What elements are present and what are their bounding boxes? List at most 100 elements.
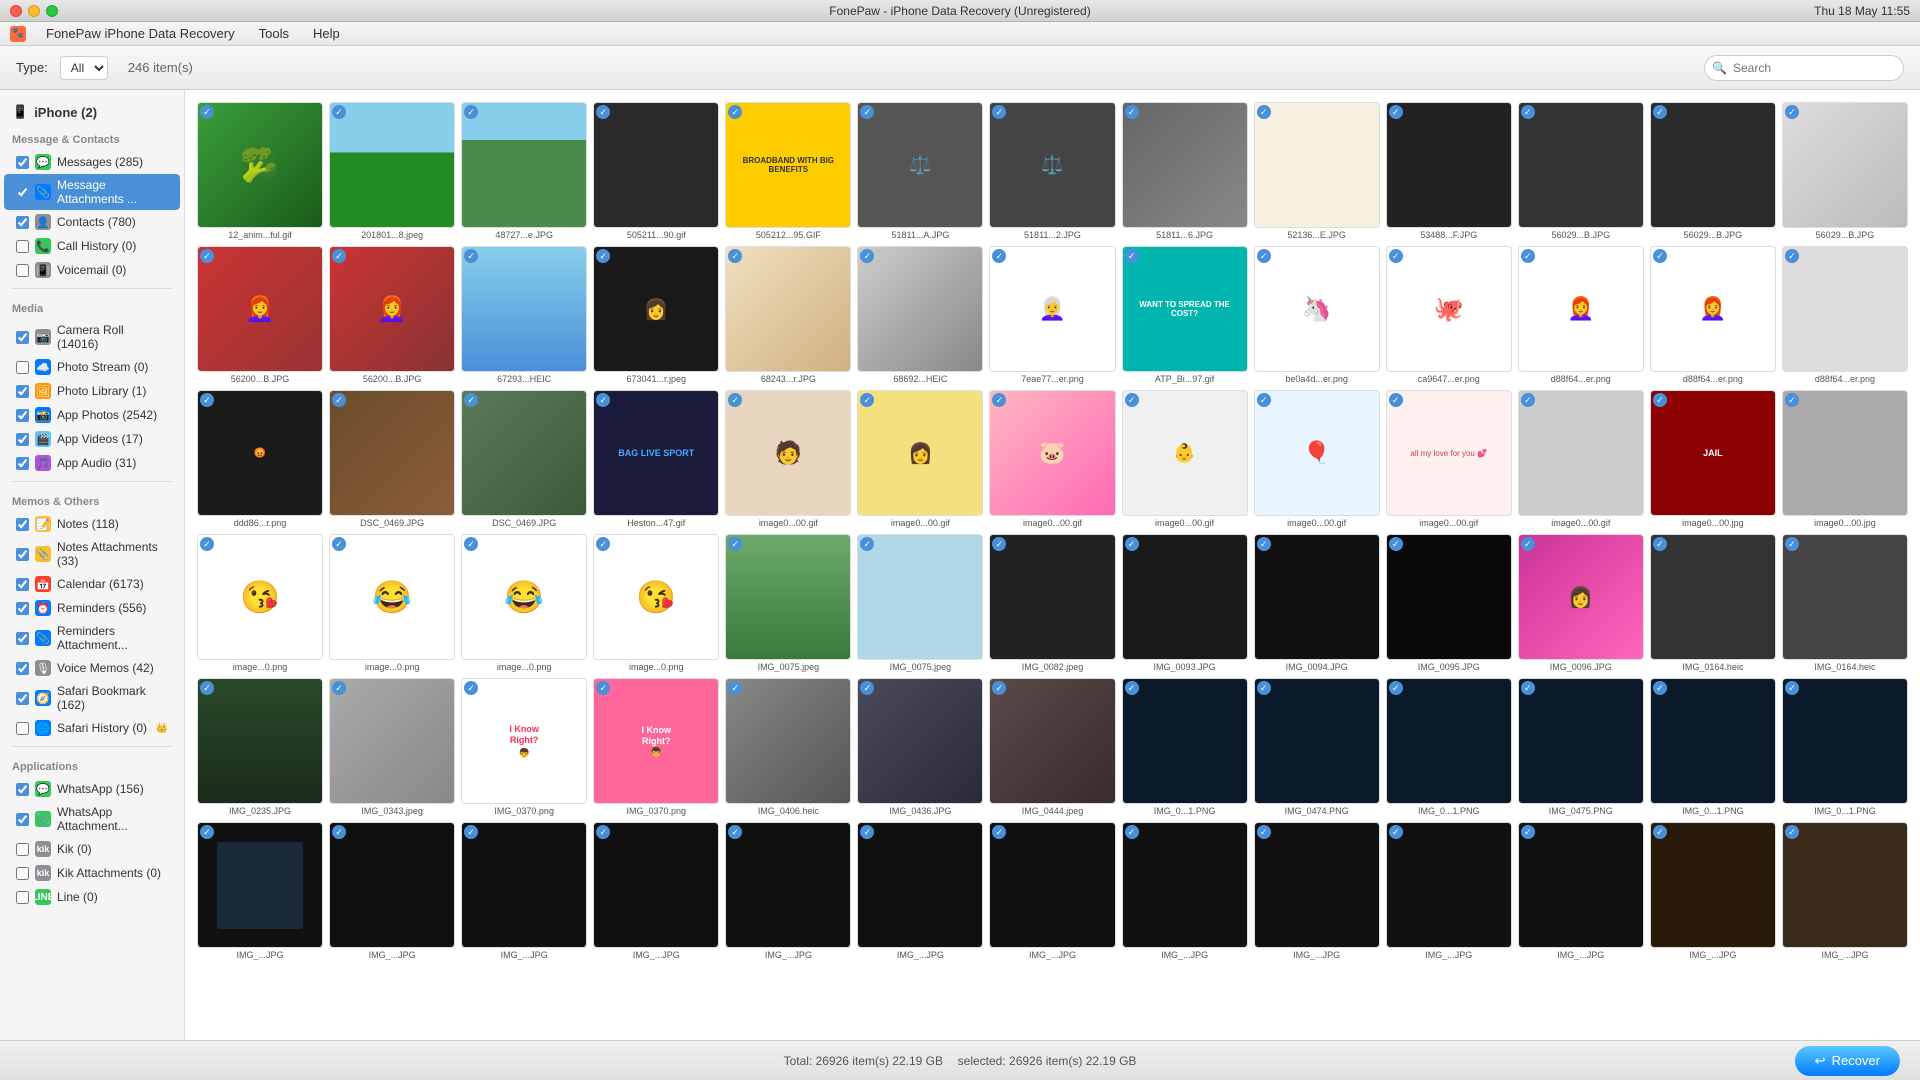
list-item[interactable]: 🧑 ✓ image0...00.gif [725,390,851,528]
sidebar-item-message-attachments[interactable]: 📎 Message Attachments ... [4,174,180,210]
menu-help[interactable]: Help [309,26,344,41]
sidebar-item-photo-library[interactable]: 🖼 Photo Library (1) [4,379,180,403]
list-item[interactable]: ✓ 201801...8.jpeg [329,102,455,240]
reminders-checkbox[interactable] [16,602,29,615]
list-item[interactable]: 👩‍🦳 ✓ 7eae77...er.png [989,246,1115,384]
library-checkbox[interactable] [16,385,29,398]
list-item[interactable]: 👩 ✓ IMG_0096.JPG [1518,534,1644,672]
list-item[interactable]: ✓ IMG_0436.JPG [857,678,983,816]
list-item[interactable]: ✓ IMG_...JPG [329,822,455,960]
list-item[interactable]: ✓ 68692...HEIC [857,246,983,384]
list-item[interactable]: ✓ 53488...F.JPG [1386,102,1512,240]
list-item[interactable]: ✓ IMG_0...1.PNG [1386,678,1512,816]
list-item[interactable]: ✓ IMG_...JPG [1650,822,1776,960]
list-item[interactable]: 😡 ✓ ddd86...r.png [197,390,323,528]
list-item[interactable]: 😂 ✓ image...0.png [461,534,587,672]
list-item[interactable]: ✓ IMG_...JPG [1782,822,1908,960]
sidebar-item-kik-attach[interactable]: kik Kik Attachments (0) [4,861,180,885]
kik-attach-checkbox[interactable] [16,867,29,880]
list-item[interactable]: ✓ IMG_...JPG [857,822,983,960]
list-item[interactable]: 🐷 ✓ image0...00.gif [989,390,1115,528]
list-item[interactable]: ✓ DSC_0469.JPG [329,390,455,528]
list-item[interactable]: ✓ IMG_...JPG [989,822,1115,960]
sidebar-item-messages[interactable]: 💬 Messages (285) [4,150,180,174]
list-item[interactable]: ✓ 56029...B.JPG [1650,102,1776,240]
history-checkbox[interactable] [16,722,29,735]
messages-checkbox[interactable] [16,156,29,169]
list-item[interactable]: 👩‍🦰 ✓ d88f64...er.png [1518,246,1644,384]
list-item[interactable]: ✓ image0...00.jpg [1782,390,1908,528]
sidebar-item-reminders[interactable]: ⏰ Reminders (556) [4,596,180,620]
kik-checkbox[interactable] [16,843,29,856]
sidebar-item-reminders-attach[interactable]: 📎 Reminders Attachment... [4,620,180,656]
sidebar-item-calendar[interactable]: 📅 Calendar (6173) [4,572,180,596]
list-item[interactable]: ✓ 51811...6.JPG [1122,102,1248,240]
sidebar-item-notes[interactable]: 📝 Notes (118) [4,512,180,536]
list-item[interactable]: ✓ 505211...90.gif [593,102,719,240]
list-item[interactable]: 👩‍🦰 ✓ 56200...B.JPG [329,246,455,384]
list-item[interactable]: ✓ IMG_0406.heic [725,678,851,816]
list-item[interactable]: 🦄 ✓ be0a4d...er.png [1254,246,1380,384]
list-item[interactable]: all my love for you 💕 ✓ image0...00.gif [1386,390,1512,528]
list-item[interactable]: 😘 ✓ image...0.png [197,534,323,672]
list-item[interactable]: 🐙 ✓ ca9647...er.png [1386,246,1512,384]
contacts-checkbox[interactable] [16,216,29,229]
close-button[interactable] [10,5,22,17]
wa-attach-checkbox[interactable] [16,813,29,826]
sidebar-item-notes-attach[interactable]: 📎 Notes Attachments (33) [4,536,180,572]
list-item[interactable]: ✓ IMG_...JPG [197,822,323,960]
list-item[interactable]: ✓ image0...00.gif [1518,390,1644,528]
list-item[interactable]: 🎈 ✓ image0...00.gif [1254,390,1380,528]
notes-checkbox[interactable] [16,518,29,531]
camera-checkbox[interactable] [16,331,29,344]
list-item[interactable]: 👩‍🦰 ✓ 56200...B.JPG [197,246,323,384]
list-item[interactable]: ✓ IMG_0...1.PNG [1650,678,1776,816]
list-item[interactable]: ✓ IMG_0475.PNG [1518,678,1644,816]
list-item[interactable]: ✓ IMG_...JPG [725,822,851,960]
search-input[interactable] [1704,55,1904,81]
list-item[interactable]: ✓ IMG_0164.heic [1782,534,1908,672]
list-item[interactable]: ⚖️ ✓ 51811...A.JPG [857,102,983,240]
list-item[interactable]: ✓ IMG_0082.jpeg [989,534,1115,672]
stream-checkbox[interactable] [16,361,29,374]
sidebar-item-line[interactable]: LINE Line (0) [4,885,180,909]
list-item[interactable]: ✓ DSC_0469.JPG [461,390,587,528]
list-item[interactable]: ✓ IMG_0075.jpeg [857,534,983,672]
list-item[interactable]: ✓ IMG_0164.heic [1650,534,1776,672]
notes-attach-checkbox[interactable] [16,548,29,561]
recover-button[interactable]: ↩ Recover [1795,1046,1900,1076]
rem-attach-checkbox[interactable] [16,632,29,645]
list-item[interactable]: JAIL ✓ image0...00.jpg [1650,390,1776,528]
sidebar-item-safari-bookmark[interactable]: 🧭 Safari Bookmark (162) [4,680,180,716]
app-photos-checkbox[interactable] [16,409,29,422]
sidebar-item-safari-history[interactable]: 🌐 Safari History (0) 👑 [4,716,180,740]
sidebar-item-whatsapp[interactable]: 💬 WhatsApp (156) [4,777,180,801]
line-checkbox[interactable] [16,891,29,904]
list-item[interactable]: 🥦 ✓ 12_anim...ful.gif [197,102,323,240]
list-item[interactable]: 👩 ✓ 673041...r.jpeg [593,246,719,384]
list-item[interactable]: ✓ IMG_...JPG [593,822,719,960]
sidebar-item-voice-memos[interactable]: 🎙 Voice Memos (42) [4,656,180,680]
sidebar-item-voicemail[interactable]: 📳 Voicemail (0) [4,258,180,282]
list-item[interactable]: ✓ IMG_0444.jpeg [989,678,1115,816]
sidebar-item-app-videos[interactable]: 🎬 App Videos (17) [4,427,180,451]
list-item[interactable]: ✓ IMG_0075.jpeg [725,534,851,672]
type-select[interactable]: All [60,56,108,80]
list-item[interactable]: 😂 ✓ image...0.png [329,534,455,672]
calendar-checkbox[interactable] [16,578,29,591]
whatsapp-checkbox[interactable] [16,783,29,796]
list-item[interactable]: ✓ IMG_...JPG [1386,822,1512,960]
list-item[interactable]: BAG LIVE SPORT ✓ Heston...47.gif [593,390,719,528]
voice-checkbox[interactable] [16,662,29,675]
list-item[interactable]: ✓ IMG_0095.JPG [1386,534,1512,672]
sidebar-item-contacts[interactable]: 👤 Contacts (780) [4,210,180,234]
list-item[interactable]: ✓ IMG_0343.jpeg [329,678,455,816]
list-item[interactable]: ✓ IMG_...JPG [1518,822,1644,960]
maximize-button[interactable] [46,5,58,17]
list-item[interactable]: ✓ IMG_0...1.PNG [1782,678,1908,816]
list-item[interactable]: ✓ IMG_...JPG [1122,822,1248,960]
list-item[interactable]: ✓ 68243...r.JPG [725,246,851,384]
list-item[interactable]: ✓ IMG_0474.PNG [1254,678,1380,816]
voicemail-checkbox[interactable] [16,264,29,277]
list-item[interactable]: WANT TO SPREAD THE COST? ✓ ATP_Bi...97.g… [1122,246,1248,384]
